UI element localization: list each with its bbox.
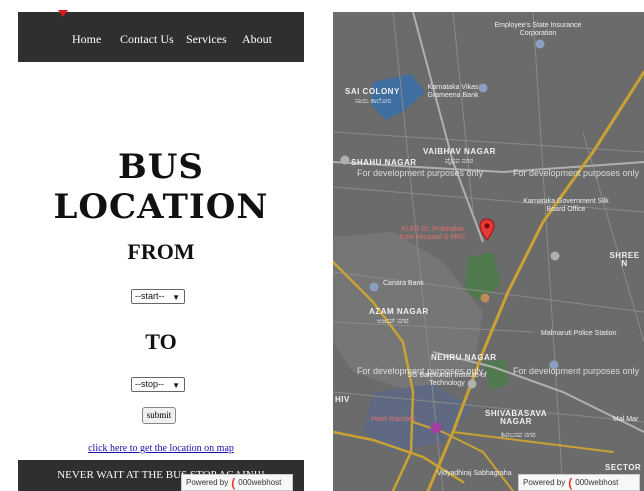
map-panel[interactable]: Employee's State Insurance Corporation S… (333, 12, 644, 491)
badge-text: Powered by (523, 478, 566, 487)
dev-watermark: For development purposes only (357, 366, 484, 376)
to-select-value: --stop-- (135, 379, 164, 389)
from-select-value: --start-- (135, 291, 165, 301)
map-label-sector: SECTOR (605, 463, 642, 472)
map-label-ramdev: Hotel Ramdev (371, 416, 416, 423)
map-label-vidyadhiraj: Vidyadhiraj Sabhagraha (437, 470, 512, 477)
map-label-shivabasava: SHIVABASAVA NAGAR (485, 409, 547, 426)
map-label-employees: Employee's State Insurance Corporation (494, 22, 582, 37)
submit-button[interactable]: submit (142, 407, 176, 424)
map-label-sai-colony: SAI COLONY (345, 87, 400, 96)
map-link[interactable]: click here to get the location on map (18, 443, 304, 454)
nav-home-link[interactable]: Home (72, 32, 101, 47)
from-select[interactable]: --start-- ▼ (131, 289, 185, 304)
map-label-vaibhav-nagar: VAIBHAV NAGAR (423, 147, 496, 156)
map-label-silk-board: Karnataka Government Silk Board Office (523, 198, 609, 213)
webhost-logo-icon: ( (231, 475, 236, 490)
nav-services-link[interactable]: Services (186, 32, 227, 47)
active-marker-icon (58, 10, 68, 17)
map-label-shivabasava-kn: ಶಿವಬಸವ ನಗರ (501, 432, 536, 439)
page-title: BUS LOCATION (53, 147, 269, 227)
map-label-canara: Canara Bank (383, 280, 424, 287)
map-label-azam-nagar-kn: ಅಜಮ್ ನಗರ (377, 318, 409, 325)
map-label-hiv: HIV (335, 395, 350, 404)
webhost-badge[interactable]: Powered by ( 000webhost (181, 474, 293, 491)
map-label-nehru-nagar: NEHRU NAGAR (431, 353, 497, 362)
nav-about-link[interactable]: About (242, 32, 272, 47)
map-label-shree-n: SHREE N (609, 251, 640, 268)
dev-watermark: For development purposes only (357, 168, 484, 178)
map-label-azam-nagar: AZAM NAGAR (369, 307, 429, 316)
web-page-panel: Home Contact Us Services About BUS LOCAT… (18, 10, 304, 491)
badge-brand: 000webhost (575, 478, 619, 487)
to-select[interactable]: --stop-- ▼ (131, 377, 185, 392)
map-label-shahu-nagar: SHAHU NAGAR (351, 158, 417, 167)
badge-text: Powered by (186, 478, 229, 487)
map-label-sai-colony-kn: ಸಾಯಿ ಕಾಲೋನಿ (355, 98, 392, 105)
map-label-mal-mar: Mal Mar (613, 416, 639, 423)
map-label-vaibhav-nagar-kn: ವೈಭವ ನಗರ (445, 158, 474, 165)
map-label-karnataka-vikas: Karnataka Vikas Grameena Bank (427, 84, 479, 99)
from-label: FROM (127, 239, 195, 264)
badge-brand: 000webhost (238, 478, 282, 487)
dev-watermark: For development purposes only (513, 168, 640, 178)
map-label-malmaruti: Malmaruti Police Station (541, 330, 617, 337)
nav-contact-link[interactable]: Contact Us (120, 32, 174, 47)
dev-watermark: For development purposes only (513, 366, 640, 376)
webhost-logo-icon: ( (568, 475, 573, 490)
webhost-badge[interactable]: Powered by ( 000webhost (518, 474, 640, 491)
chevron-down-icon: ▼ (172, 293, 180, 302)
to-label: TO (145, 329, 177, 354)
chevron-down-icon: ▼ (172, 381, 180, 390)
top-navigation-bar: Home Contact Us Services About (18, 10, 304, 62)
map-label-kles: KLES Dr. Prabhakar Kore Hospital & MRC (399, 226, 467, 241)
location-pin-icon[interactable] (479, 218, 495, 242)
